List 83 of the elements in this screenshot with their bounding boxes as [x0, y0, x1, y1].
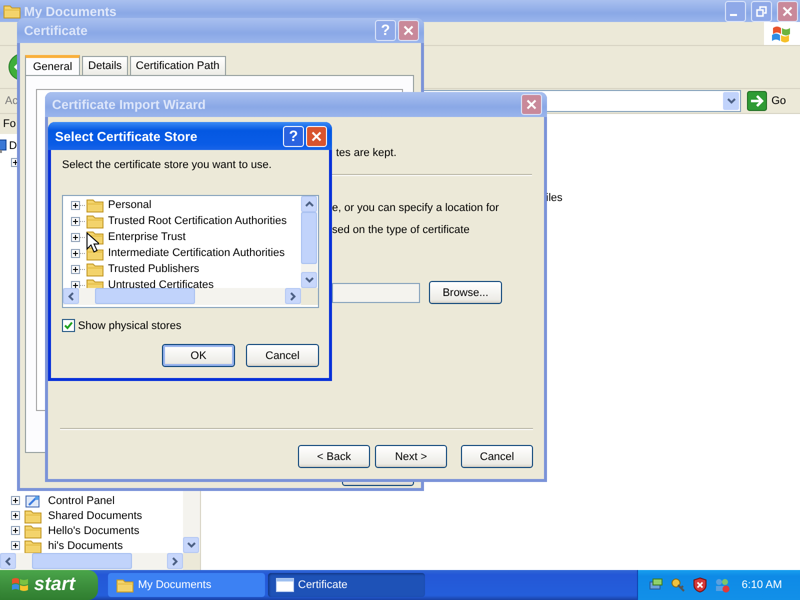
scrollbar[interactable] [301, 196, 317, 288]
scroll-left-button[interactable] [63, 288, 79, 304]
window-icon [276, 578, 294, 592]
expand-icon[interactable] [11, 541, 20, 550]
clock: 6:10 AM [742, 579, 782, 591]
button[interactable]: Cancel [246, 344, 319, 367]
cursor-icon [86, 232, 99, 253]
checkbox-label: Show physical stores [78, 320, 182, 332]
check-icon [64, 321, 73, 330]
tree-item[interactable]: Intermediate Certification Authorities [104, 247, 285, 259]
caret-icon [726, 98, 736, 104]
expand-icon[interactable] [71, 232, 80, 242]
prompt-text: Select the certificate store you want to use. [62, 159, 273, 171]
minimize-icon [730, 14, 737, 16]
folders-label: Fo [3, 118, 16, 130]
tree-item[interactable]: Personal [104, 199, 152, 211]
scroll-down-button[interactable] [183, 537, 199, 553]
folder-icon [86, 213, 104, 229]
expand-icon[interactable] [71, 200, 80, 210]
close-icon [311, 130, 322, 142]
scroll-thumb[interactable] [301, 212, 317, 264]
taskbar-button[interactable]: Certificate [268, 573, 425, 597]
scrollbar[interactable] [0, 553, 200, 570]
tree-item[interactable]: Hello's Documents [46, 524, 140, 536]
folder-icon [3, 3, 21, 19]
go-button[interactable]: Go [741, 91, 800, 111]
tree-item[interactable]: Shared Documents [46, 510, 142, 522]
expand-icon[interactable] [11, 496, 20, 505]
expand-icon[interactable] [71, 248, 80, 258]
tree-item[interactable]: D [9, 140, 17, 152]
caret-icon [68, 292, 74, 300]
expand-icon[interactable] [11, 526, 20, 535]
close-button[interactable] [777, 0, 798, 22]
description-text: tes are kept. [336, 146, 397, 158]
button[interactable]: OK [162, 344, 235, 367]
caret-icon [5, 556, 11, 566]
restore-icon [756, 6, 767, 16]
checkbox[interactable] [62, 319, 75, 332]
scroll-right-button[interactable] [167, 553, 183, 569]
window-title: Select Certificate Store [55, 128, 198, 144]
folder-icon [24, 508, 42, 524]
folder-icon [24, 522, 42, 538]
close-icon [526, 99, 537, 110]
tree-item[interactable]: Control Panel [46, 494, 115, 506]
tree-item[interactable]: Trusted Root Certification Authorities [104, 215, 287, 227]
shield-icon[interactable] [692, 577, 708, 593]
scrollbar-corner [301, 288, 318, 305]
window-title: My Documents [24, 4, 116, 18]
description-text: sed on the type of certificate [332, 224, 471, 236]
folder-icon [24, 538, 42, 554]
help-button[interactable]: ? [283, 126, 304, 146]
tree-item[interactable]: Untrusted Certificates [104, 279, 214, 288]
minimize-button[interactable] [725, 0, 746, 22]
scroll-up-button[interactable] [301, 196, 317, 212]
start-button[interactable]: start [0, 570, 98, 600]
scroll-thumb[interactable] [95, 288, 195, 304]
expand-icon[interactable] [71, 280, 80, 288]
window-title: Certificate Import Wizard [52, 97, 206, 112]
scrollbar[interactable] [63, 288, 301, 305]
folder-icon [86, 197, 104, 213]
taskbar-button[interactable]: My Documents [108, 573, 265, 597]
close-icon [403, 25, 414, 36]
key-icon[interactable] [670, 577, 686, 593]
expand-icon[interactable] [71, 264, 80, 274]
folder-icon [116, 577, 134, 593]
description-text: e, or you can specify a location for [332, 202, 500, 214]
window-title: Certificate [24, 23, 88, 38]
tree-item[interactable]: hi's Documents [46, 540, 123, 552]
close-icon [782, 6, 793, 16]
users-icon[interactable] [714, 577, 730, 593]
panel-icon [24, 492, 42, 508]
caret-icon [304, 201, 314, 207]
restore-button[interactable] [751, 0, 772, 22]
scroll-thumb[interactable] [32, 553, 132, 569]
dropdown-button[interactable] [723, 92, 740, 110]
scroll-left-button[interactable] [0, 553, 16, 569]
expand-icon[interactable] [11, 511, 20, 520]
address-label: Ac [4, 95, 19, 107]
scroll-down-button[interactable] [301, 272, 317, 288]
expand-icon[interactable] [71, 216, 80, 226]
scroll-right-button[interactable] [285, 288, 301, 304]
tree-item[interactable]: Enterprise Trust [104, 231, 186, 243]
tree-item[interactable]: Trusted Publishers [104, 263, 200, 275]
